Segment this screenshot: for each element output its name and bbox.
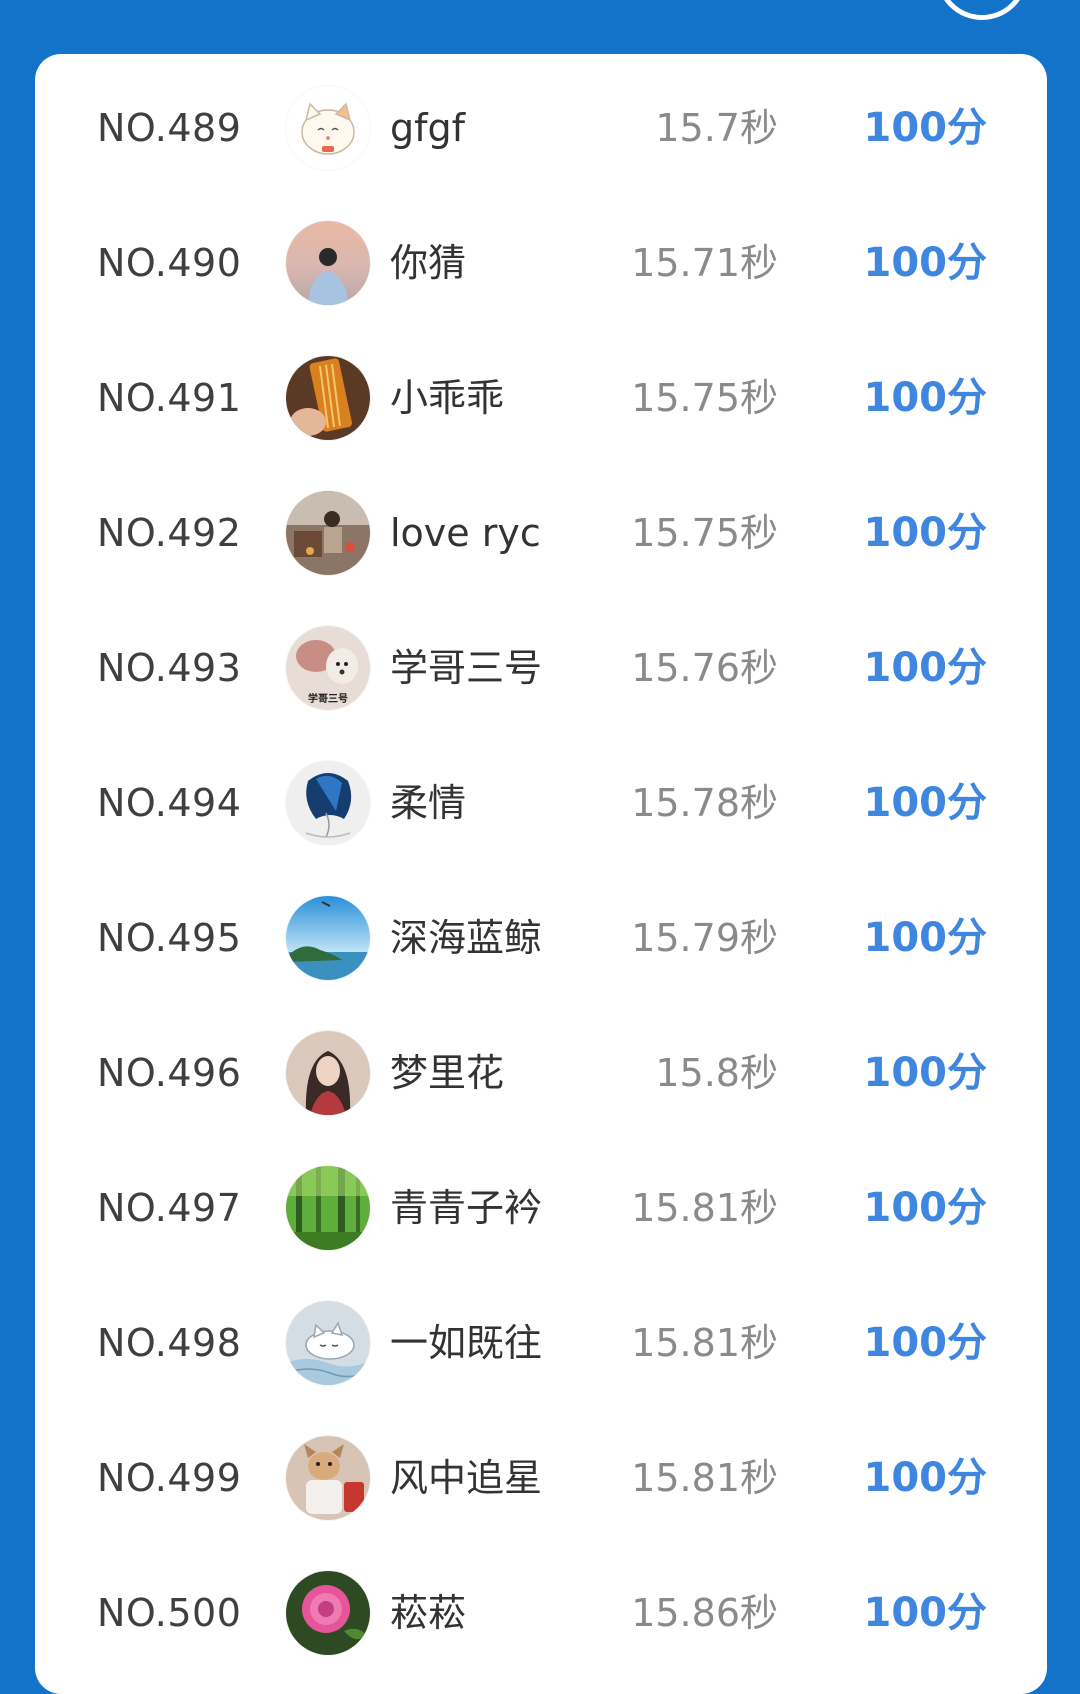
leaderboard-row[interactable]: NO.491 小乖乖 15.75秒 100分 xyxy=(35,331,1047,466)
player-name: 深海蓝鲸 xyxy=(390,916,543,960)
cat-cartoon-avatar xyxy=(286,86,370,170)
player-name: 青青子衿 xyxy=(390,1186,543,1230)
rank-label: NO.496 xyxy=(97,1051,242,1095)
time-label: 15.76秒 xyxy=(631,646,778,690)
leaderboard-row[interactable]: NO.489 gfgf 15.7秒 100分 xyxy=(35,61,1047,196)
score-label: 100分 xyxy=(863,105,988,151)
rank-label: NO.492 xyxy=(97,511,242,555)
score-label: 100分 xyxy=(863,915,988,961)
score-label: 100分 xyxy=(863,1050,988,1096)
time-label: 15.7秒 xyxy=(655,106,778,150)
rank-label: NO.493 xyxy=(97,646,242,690)
player-name: 风中追星 xyxy=(390,1456,543,1500)
room-photo-avatar xyxy=(286,491,370,575)
leaderboard-row[interactable]: NO.499 风中追星 15.81秒 100分 xyxy=(35,1411,1047,1546)
forest-avatar xyxy=(286,1166,370,1250)
leaderboard-row[interactable]: NO.490 你猜 15.71秒 100分 xyxy=(35,196,1047,331)
time-label: 15.81秒 xyxy=(631,1186,778,1230)
leaderboard-row[interactable]: NO.494 柔情 15.78秒 100分 xyxy=(35,736,1047,871)
rank-label: NO.491 xyxy=(97,376,242,420)
circle-outline-icon[interactable] xyxy=(936,0,1028,20)
rank-label: NO.497 xyxy=(97,1186,242,1230)
player-name: gfgf xyxy=(390,106,465,150)
leaderboard-row[interactable]: NO.498 一如既往 15.81秒 100分 xyxy=(35,1276,1047,1411)
score-label: 100分 xyxy=(863,510,988,556)
snack-hand-avatar xyxy=(286,356,370,440)
girl-portrait-avatar xyxy=(286,1031,370,1115)
leaderboard-row[interactable]: NO.497 青青子衿 15.81秒 100分 xyxy=(35,1141,1047,1276)
boy-sunset-avatar xyxy=(286,221,370,305)
time-label: 15.81秒 xyxy=(631,1321,778,1365)
score-label: 100分 xyxy=(863,1320,988,1366)
svg-text:学哥三号: 学哥三号 xyxy=(308,692,348,705)
rank-label: NO.489 xyxy=(97,106,242,150)
time-label: 15.86秒 xyxy=(631,1591,778,1635)
leaderboard-row[interactable]: NO.495 深海蓝鲸 15.79秒 100分 xyxy=(35,871,1047,1006)
rank-label: NO.495 xyxy=(97,916,242,960)
score-label: 100分 xyxy=(863,780,988,826)
player-name: 你猜 xyxy=(390,241,467,285)
rank-label: NO.500 xyxy=(97,1591,242,1635)
sleeping-cat-avatar xyxy=(286,1301,370,1385)
leaderboard-row[interactable]: NO.496 梦里花 15.8秒 100分 xyxy=(35,1006,1047,1141)
player-name: 菘菘 xyxy=(390,1591,467,1635)
player-name: love ryc xyxy=(390,511,541,555)
rank-label: NO.490 xyxy=(97,241,242,285)
score-label: 100分 xyxy=(863,375,988,421)
sea-island-avatar xyxy=(286,896,370,980)
time-label: 15.71秒 xyxy=(631,241,778,285)
time-label: 15.78秒 xyxy=(631,781,778,825)
player-name: 梦里花 xyxy=(390,1051,505,1095)
player-name: 一如既往 xyxy=(390,1321,543,1365)
score-label: 100分 xyxy=(863,240,988,286)
pink-rose-avatar xyxy=(286,1571,370,1655)
score-label: 100分 xyxy=(863,1455,988,1501)
player-name: 学哥三号 xyxy=(390,646,543,690)
leaderboard-row[interactable]: NO.492 love ryc 15.75秒 100分 xyxy=(35,466,1047,601)
score-label: 100分 xyxy=(863,1590,988,1636)
leaderboard-card: NO.489 gfgf 15.7秒 100分 NO.490 你猜 15.71秒 … xyxy=(35,54,1047,1694)
rank-label: NO.494 xyxy=(97,781,242,825)
dog-avatar xyxy=(286,1436,370,1520)
player-name: 柔情 xyxy=(390,781,467,825)
blue-hair-sketch-avatar xyxy=(286,761,370,845)
time-label: 15.75秒 xyxy=(631,376,778,420)
score-label: 100分 xyxy=(863,645,988,691)
player-name: 小乖乖 xyxy=(390,376,505,420)
time-label: 15.79秒 xyxy=(631,916,778,960)
time-label: 15.75秒 xyxy=(631,511,778,555)
cute-pet-avatar: 学哥三号 xyxy=(286,626,370,710)
score-label: 100分 xyxy=(863,1185,988,1231)
rank-label: NO.499 xyxy=(97,1456,242,1500)
rank-label: NO.498 xyxy=(97,1321,242,1365)
leaderboard-row[interactable]: NO.500 菘菘 15.86秒 100分 xyxy=(35,1546,1047,1681)
leaderboard-row[interactable]: NO.493 学哥三号 学哥三号 15.76秒 100分 xyxy=(35,601,1047,736)
time-label: 15.81秒 xyxy=(631,1456,778,1500)
time-label: 15.8秒 xyxy=(655,1051,778,1095)
